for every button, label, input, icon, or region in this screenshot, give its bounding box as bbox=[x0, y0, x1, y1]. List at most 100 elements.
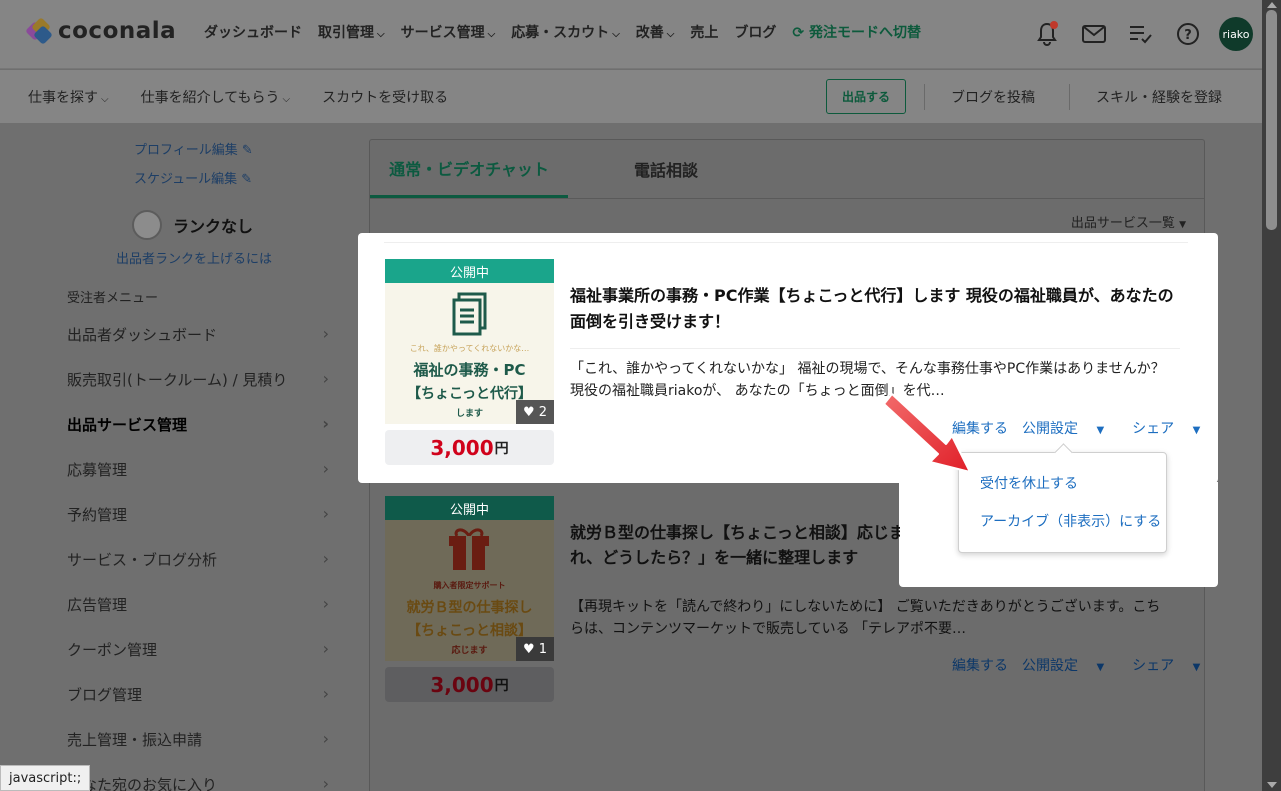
pause-orders-option[interactable]: 受付を休止する bbox=[980, 473, 1078, 493]
status-badge: 公開中 bbox=[385, 496, 554, 520]
nav-applications-scout[interactable]: 応募・スカウト ⌵ bbox=[511, 22, 620, 42]
rank-display: ランクなし bbox=[132, 210, 253, 240]
menu-heading: 受注者メニュー bbox=[67, 291, 159, 306]
logo-text: coconala bbox=[58, 18, 177, 44]
service-thumbnail[interactable]: 公開中 これ、誰かやってくれないかな… 福祉の事務・PC 【ちょこっと代行】 し… bbox=[385, 259, 554, 424]
service-actions: 編集する 公開設定 ▼ シェア ▼ bbox=[952, 655, 1228, 675]
find-work-menu[interactable]: 仕事を探す ⌵ bbox=[28, 87, 109, 107]
edit-link[interactable]: 編集する bbox=[952, 655, 1008, 675]
chevron-right-icon: › bbox=[322, 594, 329, 613]
document-icon bbox=[452, 292, 487, 336]
chevron-right-icon: › bbox=[322, 414, 329, 433]
rank-up-link[interactable]: 出品者ランクを上げるには bbox=[116, 248, 272, 267]
chevron-down-icon: ⌵ bbox=[666, 29, 675, 40]
price-box: 3,000 円 bbox=[385, 430, 554, 465]
help-icon[interactable]: ? bbox=[1175, 21, 1201, 47]
heart-icon: ♥ bbox=[522, 641, 535, 657]
status-badge: 公開中 bbox=[385, 259, 554, 283]
divider bbox=[924, 84, 925, 110]
service-title[interactable]: れ、どうしたら？」を一緒に整理します bbox=[570, 545, 900, 571]
chevron-right-icon: › bbox=[322, 774, 329, 791]
service-description: 「これ、誰かやってくれないかな」 福祉の現場で、そんな事務仕事やPC作業はありま… bbox=[570, 361, 1165, 399]
chevron-right-icon: › bbox=[322, 729, 329, 748]
external-edit-icon: ✎ bbox=[241, 172, 253, 187]
tab-phone[interactable]: 電話相談 bbox=[600, 140, 732, 198]
scroll-down-icon[interactable] bbox=[1267, 782, 1277, 788]
caret-down-icon: ▼ bbox=[1192, 662, 1201, 673]
logo-mark-icon bbox=[25, 17, 53, 45]
page-scrollbar[interactable] bbox=[1262, 0, 1281, 791]
service-thumbnail[interactable]: 公開中 購入者限定サポート 就労Ｂ型の仕事探し 【ちょこっと相談】 応じます ♥… bbox=[385, 496, 554, 661]
nav-sales[interactable]: 売上 bbox=[690, 22, 718, 42]
sub-nav: 仕事を探す ⌵ 仕事を紹介してもらう ⌵ スカウトを受け取る bbox=[28, 87, 480, 107]
sidebar-item-service-management[interactable]: 出品サービス管理 › bbox=[67, 414, 329, 435]
chevron-down-icon: ⌵ bbox=[101, 94, 109, 105]
sidebar-item-reservations[interactable]: 予約管理 › bbox=[67, 504, 329, 525]
listing-button[interactable]: 出品する bbox=[826, 79, 906, 114]
nav-dashboard[interactable]: ダッシュボード bbox=[204, 22, 302, 42]
gift-icon bbox=[449, 528, 489, 570]
top-header: coconala ダッシュボード 取引管理 ⌵ サービス管理 ⌵ 応募・スカウト ⌵ … bbox=[0, 0, 1262, 69]
archive-option[interactable]: アーカイブ（非表示）にする bbox=[980, 511, 1161, 531]
publish-settings-menu: 受付を休止する アーカイブ（非表示）にする bbox=[958, 452, 1167, 553]
caret-down-icon: ▼ bbox=[1096, 662, 1105, 673]
sidebar-item-revenue[interactable]: 売上管理・振込申請 › bbox=[67, 729, 329, 750]
chevron-down-icon: ⌵ bbox=[377, 29, 385, 40]
chevron-right-icon: › bbox=[322, 549, 329, 568]
favorite-count: ♥ 2 bbox=[516, 400, 554, 424]
user-avatar[interactable]: riako bbox=[1219, 17, 1253, 51]
sidebar-item-blog[interactable]: ブログ管理 › bbox=[67, 684, 329, 705]
browser-status-bar: javascript:; bbox=[0, 765, 91, 791]
profile-edit-link[interactable]: プロフィール編集 ✎ bbox=[134, 139, 253, 158]
svg-text:?: ? bbox=[1184, 28, 1192, 43]
sidebar-item-coupons[interactable]: クーポン管理 › bbox=[67, 639, 329, 660]
nav-improve[interactable]: 改善 ⌵ bbox=[636, 22, 675, 42]
service-title[interactable]: 福祉事業所の事務・PC作業【ちょこっと代行】します 現役の福祉職員が、あなたの面… bbox=[570, 283, 1180, 335]
sidebar-item-sales-talkroom[interactable]: 販売取引(トークルーム) / 見積り › bbox=[67, 369, 329, 390]
sidebar-item-favorites[interactable]: あなた宛のお気に入り › bbox=[67, 774, 329, 791]
schedule-edit-link[interactable]: スケジュール編集 ✎ bbox=[134, 168, 252, 187]
sidebar-item-applications[interactable]: 応募管理 › bbox=[67, 459, 329, 480]
post-blog-link[interactable]: ブログを投稿 bbox=[951, 87, 1035, 107]
chevron-right-icon: › bbox=[322, 504, 329, 523]
publish-settings-dropdown[interactable]: 公開設定 ▼ bbox=[1022, 655, 1118, 675]
heart-icon: ♥ bbox=[522, 404, 535, 420]
nav-service-management[interactable]: サービス管理 ⌵ bbox=[401, 22, 496, 42]
scrollbar-thumb[interactable] bbox=[1266, 10, 1277, 230]
mail-icon[interactable] bbox=[1081, 21, 1107, 47]
favorite-count: ♥ 1 bbox=[516, 637, 554, 661]
top-icons: ? riako bbox=[1034, 17, 1253, 51]
bell-icon[interactable] bbox=[1034, 21, 1060, 47]
caret-down-icon: ▼ bbox=[1179, 220, 1186, 230]
card-divider bbox=[384, 242, 1188, 243]
caret-down-icon: ▼ bbox=[1096, 425, 1105, 436]
sidebar-item-analytics[interactable]: サービス・ブログ分析 › bbox=[67, 549, 329, 570]
chevron-right-icon: › bbox=[322, 639, 329, 658]
services-list-dropdown[interactable]: 出品サービス一覧 ▼ bbox=[1071, 212, 1186, 231]
coconala-logo[interactable]: coconala bbox=[25, 17, 177, 45]
publish-settings-dropdown[interactable]: 公開設定 ▼ bbox=[1022, 418, 1118, 438]
sub-header: 仕事を探す ⌵ 仕事を紹介してもらう ⌵ スカウトを受け取る 出品する ブログを投稿… bbox=[0, 70, 1262, 123]
nav-transactions[interactable]: 取引管理 ⌵ bbox=[318, 22, 385, 42]
annotation-arrow-icon bbox=[883, 393, 971, 473]
thumbnail-caption: 購入者限定サポート bbox=[433, 581, 506, 590]
service-title[interactable]: 就労Ｂ型の仕事探し【ちょこっと相談】応じます 再 bbox=[570, 520, 900, 546]
sidebar-item-ads[interactable]: 広告管理 › bbox=[67, 594, 329, 615]
tab-video-chat[interactable]: 通常・ビデオチャット bbox=[370, 140, 568, 198]
register-skills-link[interactable]: スキル・経験を登録 bbox=[1096, 87, 1222, 107]
share-dropdown[interactable]: シェア ▼ bbox=[1132, 655, 1214, 675]
nav-blog[interactable]: ブログ bbox=[734, 22, 776, 42]
service-actions: 編集する 公開設定 ▼ シェア ▼ bbox=[952, 418, 1228, 438]
scroll-up-icon[interactable] bbox=[1267, 2, 1277, 8]
chevron-down-icon: ⌵ bbox=[612, 29, 620, 40]
checklist-icon[interactable] bbox=[1128, 21, 1154, 47]
introduce-work-menu[interactable]: 仕事を紹介してもらう ⌵ bbox=[141, 87, 290, 107]
price-box: 3,000 円 bbox=[385, 667, 554, 702]
receive-scout-link[interactable]: スカウトを受け取る bbox=[322, 87, 448, 107]
chevron-right-icon: › bbox=[322, 459, 329, 478]
share-dropdown[interactable]: シェア ▼ bbox=[1132, 418, 1214, 438]
switch-mode-button[interactable]: ⟳ 発注モードへ切替 bbox=[792, 22, 921, 42]
sidebar-item-dashboard[interactable]: 出品者ダッシュボード › bbox=[67, 324, 329, 345]
price-currency: 円 bbox=[494, 677, 509, 694]
thumbnail-caption: これ、誰かやってくれないかな… bbox=[409, 344, 530, 353]
